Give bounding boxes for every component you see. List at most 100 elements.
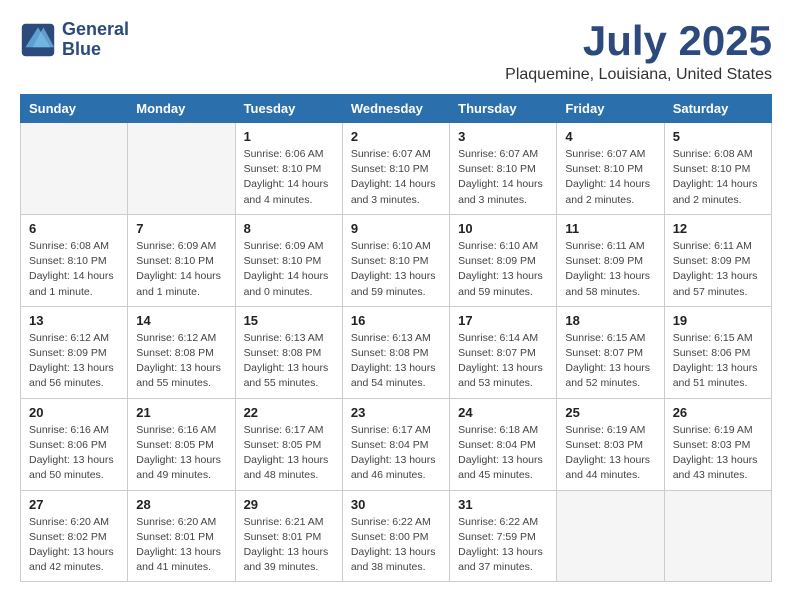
calendar-body: 1 Sunrise: 6:06 AM Sunset: 8:10 PM Daylig… <box>21 123 772 582</box>
calendar-cell: 22 Sunrise: 6:17 AM Sunset: 8:05 PM Dayli… <box>235 398 342 490</box>
calendar-cell: 4 Sunrise: 6:07 AM Sunset: 8:10 PM Daylig… <box>557 123 664 215</box>
day-info: Sunrise: 6:15 AM Sunset: 8:06 PM Dayligh… <box>673 331 763 392</box>
day-number: 9 <box>351 221 441 236</box>
day-info: Sunrise: 6:19 AM Sunset: 8:03 PM Dayligh… <box>673 423 763 484</box>
day-info: Sunrise: 6:13 AM Sunset: 8:08 PM Dayligh… <box>351 331 441 392</box>
calendar-cell: 14 Sunrise: 6:12 AM Sunset: 8:08 PM Dayli… <box>128 306 235 398</box>
day-info: Sunrise: 6:09 AM Sunset: 8:10 PM Dayligh… <box>136 239 226 300</box>
calendar-cell: 12 Sunrise: 6:11 AM Sunset: 8:09 PM Dayli… <box>664 214 771 306</box>
day-number: 8 <box>244 221 334 236</box>
day-number: 17 <box>458 313 548 328</box>
calendar-cell <box>664 490 771 582</box>
page-header: General Blue July 2025 Plaquemine, Louis… <box>20 20 772 84</box>
day-number: 24 <box>458 405 548 420</box>
weekday-header-saturday: Saturday <box>664 95 771 123</box>
day-info: Sunrise: 6:22 AM Sunset: 7:59 PM Dayligh… <box>458 515 548 576</box>
day-info: Sunrise: 6:15 AM Sunset: 8:07 PM Dayligh… <box>565 331 655 392</box>
day-number: 13 <box>29 313 119 328</box>
calendar-cell: 30Sunrise: 6:22 AM Sunset: 8:00 PM Dayli… <box>342 490 449 582</box>
calendar-cell: 6Sunrise: 6:08 AM Sunset: 8:10 PM Daylig… <box>21 214 128 306</box>
day-info: Sunrise: 6:12 AM Sunset: 8:08 PM Dayligh… <box>136 331 226 392</box>
calendar-cell <box>557 490 664 582</box>
calendar-cell: 23 Sunrise: 6:17 AM Sunset: 8:04 PM Dayli… <box>342 398 449 490</box>
day-info: Sunrise: 6:20 AM Sunset: 8:02 PM Dayligh… <box>29 515 119 576</box>
weekday-header-wednesday: Wednesday <box>342 95 449 123</box>
week-row-1: 1 Sunrise: 6:06 AM Sunset: 8:10 PM Daylig… <box>21 123 772 215</box>
calendar-cell: 17 Sunrise: 6:14 AM Sunset: 8:07 PM Dayli… <box>450 306 557 398</box>
day-info: Sunrise: 6:07 AM Sunset: 8:10 PM Dayligh… <box>351 147 441 208</box>
week-row-2: 6Sunrise: 6:08 AM Sunset: 8:10 PM Daylig… <box>21 214 772 306</box>
logo: General Blue <box>20 20 129 60</box>
day-number: 31 <box>458 497 548 512</box>
day-info: Sunrise: 6:07 AM Sunset: 8:10 PM Dayligh… <box>565 147 655 208</box>
day-number: 4 <box>565 129 655 144</box>
day-info: Sunrise: 6:14 AM Sunset: 8:07 PM Dayligh… <box>458 331 548 392</box>
calendar-cell: 15 Sunrise: 6:13 AM Sunset: 8:08 PM Dayli… <box>235 306 342 398</box>
day-number: 16 <box>351 313 441 328</box>
day-number: 26 <box>673 405 763 420</box>
calendar-cell: 1 Sunrise: 6:06 AM Sunset: 8:10 PM Daylig… <box>235 123 342 215</box>
calendar-cell: 24Sunrise: 6:18 AM Sunset: 8:04 PM Dayli… <box>450 398 557 490</box>
day-info: Sunrise: 6:12 AM Sunset: 8:09 PM Dayligh… <box>29 331 119 392</box>
weekday-header-sunday: Sunday <box>21 95 128 123</box>
day-number: 2 <box>351 129 441 144</box>
location-title: Plaquemine, Louisiana, United States <box>505 66 772 84</box>
day-info: Sunrise: 6:20 AM Sunset: 8:01 PM Dayligh… <box>136 515 226 576</box>
day-info: Sunrise: 6:11 AM Sunset: 8:09 PM Dayligh… <box>565 239 655 300</box>
day-info: Sunrise: 6:16 AM Sunset: 8:05 PM Dayligh… <box>136 423 226 484</box>
day-info: Sunrise: 6:22 AM Sunset: 8:00 PM Dayligh… <box>351 515 441 576</box>
day-number: 7 <box>136 221 226 236</box>
day-number: 23 <box>351 405 441 420</box>
day-info: Sunrise: 6:17 AM Sunset: 8:05 PM Dayligh… <box>244 423 334 484</box>
weekday-header-monday: Monday <box>128 95 235 123</box>
calendar-cell: 7 Sunrise: 6:09 AM Sunset: 8:10 PM Daylig… <box>128 214 235 306</box>
day-number: 5 <box>673 129 763 144</box>
day-number: 25 <box>565 405 655 420</box>
day-info: Sunrise: 6:10 AM Sunset: 8:10 PM Dayligh… <box>351 239 441 300</box>
day-number: 15 <box>244 313 334 328</box>
calendar-cell: 21 Sunrise: 6:16 AM Sunset: 8:05 PM Dayli… <box>128 398 235 490</box>
calendar-cell: 10 Sunrise: 6:10 AM Sunset: 8:09 PM Dayli… <box>450 214 557 306</box>
day-number: 10 <box>458 221 548 236</box>
calendar-cell: 31 Sunrise: 6:22 AM Sunset: 7:59 PM Dayli… <box>450 490 557 582</box>
calendar-cell: 18Sunrise: 6:15 AM Sunset: 8:07 PM Dayli… <box>557 306 664 398</box>
day-number: 12 <box>673 221 763 236</box>
calendar-cell: 8 Sunrise: 6:09 AM Sunset: 8:10 PM Daylig… <box>235 214 342 306</box>
calendar-cell: 9 Sunrise: 6:10 AM Sunset: 8:10 PM Daylig… <box>342 214 449 306</box>
calendar-cell: 29Sunrise: 6:21 AM Sunset: 8:01 PM Dayli… <box>235 490 342 582</box>
calendar-cell: 2 Sunrise: 6:07 AM Sunset: 8:10 PM Daylig… <box>342 123 449 215</box>
day-number: 1 <box>244 129 334 144</box>
day-number: 19 <box>673 313 763 328</box>
day-info: Sunrise: 6:08 AM Sunset: 8:10 PM Dayligh… <box>673 147 763 208</box>
day-number: 21 <box>136 405 226 420</box>
day-number: 22 <box>244 405 334 420</box>
calendar-header-row: SundayMondayTuesdayWednesdayThursdayFrid… <box>21 95 772 123</box>
calendar-cell: 16 Sunrise: 6:13 AM Sunset: 8:08 PM Dayli… <box>342 306 449 398</box>
weekday-header-thursday: Thursday <box>450 95 557 123</box>
day-info: Sunrise: 6:11 AM Sunset: 8:09 PM Dayligh… <box>673 239 763 300</box>
week-row-4: 20 Sunrise: 6:16 AM Sunset: 8:06 PM Dayli… <box>21 398 772 490</box>
calendar-cell: 13 Sunrise: 6:12 AM Sunset: 8:09 PM Dayli… <box>21 306 128 398</box>
weekday-header-tuesday: Tuesday <box>235 95 342 123</box>
day-number: 11 <box>565 221 655 236</box>
day-info: Sunrise: 6:13 AM Sunset: 8:08 PM Dayligh… <box>244 331 334 392</box>
day-info: Sunrise: 6:06 AM Sunset: 8:10 PM Dayligh… <box>244 147 334 208</box>
day-info: Sunrise: 6:21 AM Sunset: 8:01 PM Dayligh… <box>244 515 334 576</box>
weekday-header-friday: Friday <box>557 95 664 123</box>
day-info: Sunrise: 6:09 AM Sunset: 8:10 PM Dayligh… <box>244 239 334 300</box>
day-info: Sunrise: 6:17 AM Sunset: 8:04 PM Dayligh… <box>351 423 441 484</box>
week-row-5: 27Sunrise: 6:20 AM Sunset: 8:02 PM Dayli… <box>21 490 772 582</box>
calendar-cell: 25Sunrise: 6:19 AM Sunset: 8:03 PM Dayli… <box>557 398 664 490</box>
day-number: 28 <box>136 497 226 512</box>
calendar-cell: 28 Sunrise: 6:20 AM Sunset: 8:01 PM Dayli… <box>128 490 235 582</box>
day-info: Sunrise: 6:10 AM Sunset: 8:09 PM Dayligh… <box>458 239 548 300</box>
day-number: 20 <box>29 405 119 420</box>
calendar-cell: 20 Sunrise: 6:16 AM Sunset: 8:06 PM Dayli… <box>21 398 128 490</box>
day-number: 14 <box>136 313 226 328</box>
calendar-cell: 19 Sunrise: 6:15 AM Sunset: 8:06 PM Dayli… <box>664 306 771 398</box>
logo-text: General Blue <box>62 20 129 60</box>
calendar-cell: 5 Sunrise: 6:08 AM Sunset: 8:10 PM Daylig… <box>664 123 771 215</box>
title-block: July 2025 Plaquemine, Louisiana, United … <box>505 20 772 84</box>
day-info: Sunrise: 6:16 AM Sunset: 8:06 PM Dayligh… <box>29 423 119 484</box>
day-info: Sunrise: 6:08 AM Sunset: 8:10 PM Dayligh… <box>29 239 119 300</box>
